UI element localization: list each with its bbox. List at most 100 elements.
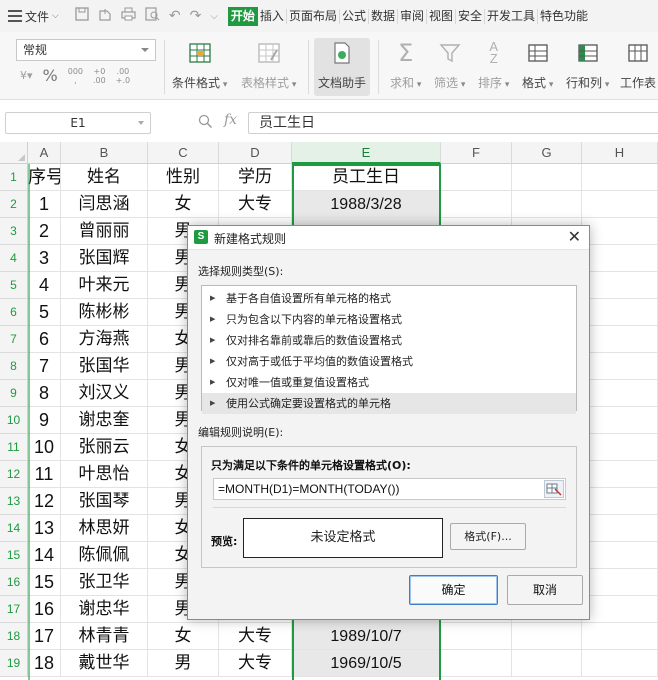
column-header-g[interactable]: G: [512, 142, 582, 164]
tab-data[interactable]: 数据: [369, 8, 398, 24]
cell-b6[interactable]: 陈彬彬: [61, 299, 148, 326]
rows-cols-button[interactable]: 行和列: [566, 38, 609, 96]
zoom-search-icon[interactable]: [198, 114, 213, 133]
column-header-c[interactable]: C: [148, 142, 219, 164]
column-header-f[interactable]: F: [441, 142, 512, 164]
cell-d19[interactable]: 大专: [219, 650, 292, 677]
print-icon[interactable]: [121, 7, 136, 25]
cell-b4[interactable]: 张国辉: [61, 245, 148, 272]
formula-input[interactable]: 员工生日: [248, 112, 658, 134]
cell-a15[interactable]: 14: [28, 542, 61, 569]
filter-button[interactable]: 筛选: [434, 38, 465, 96]
cell-b14[interactable]: 林思妍: [61, 515, 148, 542]
cell-h18[interactable]: [582, 623, 658, 650]
thousands-separator-icon[interactable]: 000,: [68, 67, 83, 85]
cell-b18[interactable]: 林青青: [61, 623, 148, 650]
row-header[interactable]: 16: [0, 569, 28, 596]
cell-g19[interactable]: [512, 650, 582, 677]
column-header-d[interactable]: D: [219, 142, 292, 164]
tab-home[interactable]: 开始: [227, 6, 258, 26]
cell-h16[interactable]: [582, 569, 658, 596]
cell-a19[interactable]: 18: [28, 650, 61, 677]
cell-c19[interactable]: 男: [148, 650, 219, 677]
rule-type-item[interactable]: 仅对排名靠前或靠后的数值设置格式: [202, 330, 576, 351]
row-header[interactable]: 2: [0, 191, 28, 218]
row-header[interactable]: 14: [0, 515, 28, 542]
rule-type-item-selected[interactable]: 使用公式确定要设置格式的单元格: [202, 393, 576, 414]
redo-icon[interactable]: ↷: [190, 8, 202, 24]
cell-a9[interactable]: 8: [28, 380, 61, 407]
undo-icon[interactable]: ↶: [169, 8, 181, 24]
file-menu[interactable]: 文件 ⌵: [0, 8, 65, 25]
ok-button[interactable]: 确定: [409, 575, 498, 605]
column-header-a[interactable]: A: [28, 142, 61, 164]
cell-c2[interactable]: 女: [148, 191, 219, 218]
cell-f1[interactable]: [441, 164, 512, 191]
tab-review[interactable]: 审阅: [398, 8, 427, 24]
cell-e2[interactable]: 1988/3/28: [292, 191, 441, 218]
cell-e18[interactable]: 1989/10/7: [292, 623, 441, 650]
cell-b13[interactable]: 张国琴: [61, 488, 148, 515]
worksheet-button[interactable]: 工作表: [620, 38, 656, 96]
tab-insert[interactable]: 插入: [258, 8, 287, 24]
cell-a14[interactable]: 13: [28, 515, 61, 542]
cell-b16[interactable]: 张卫华: [61, 569, 148, 596]
row-header[interactable]: 6: [0, 299, 28, 326]
fx-icon[interactable]: fx: [224, 112, 237, 128]
cell-a1[interactable]: 序号: [28, 164, 61, 191]
format-settings-button[interactable]: 格式(F)...: [450, 523, 526, 550]
cell-b12[interactable]: 叶思怡: [61, 461, 148, 488]
increase-decimal-icon[interactable]: +0.00: [93, 67, 106, 85]
number-format-select[interactable]: 常规: [16, 39, 156, 61]
cell-a4[interactable]: 3: [28, 245, 61, 272]
cell-b19[interactable]: 戴世华: [61, 650, 148, 677]
cell-a11[interactable]: 10: [28, 434, 61, 461]
row-header[interactable]: 17: [0, 596, 28, 623]
name-box[interactable]: E1: [5, 112, 151, 134]
row-header[interactable]: 12: [0, 461, 28, 488]
cell-f19[interactable]: [441, 650, 512, 677]
cell-e19[interactable]: 1969/10/5: [292, 650, 441, 677]
select-all-corner[interactable]: [0, 142, 28, 164]
table-style-button[interactable]: 表格样式: [241, 38, 296, 96]
row-header[interactable]: 7: [0, 326, 28, 353]
column-header-e[interactable]: E: [292, 142, 441, 164]
sort-button[interactable]: AZ 排序: [478, 38, 509, 96]
cell-a3[interactable]: 2: [28, 218, 61, 245]
cancel-button[interactable]: 取消: [507, 575, 583, 605]
tab-security[interactable]: 安全: [456, 8, 486, 24]
currency-icon[interactable]: ¥▾: [20, 69, 33, 82]
cell-h7[interactable]: [582, 326, 658, 353]
cell-b5[interactable]: 叶来元: [61, 272, 148, 299]
row-header[interactable]: 3: [0, 218, 28, 245]
cell-h11[interactable]: [582, 434, 658, 461]
cell-a13[interactable]: 12: [28, 488, 61, 515]
tab-view[interactable]: 视图: [427, 8, 457, 24]
row-header[interactable]: 18: [0, 623, 28, 650]
cell-a10[interactable]: 9: [28, 407, 61, 434]
cell-f2[interactable]: [441, 191, 512, 218]
cell-b3[interactable]: 曾丽丽: [61, 218, 148, 245]
cell-d2[interactable]: 大专: [219, 191, 292, 218]
column-header-h[interactable]: H: [582, 142, 658, 164]
cell-f18[interactable]: [441, 623, 512, 650]
cell-b8[interactable]: 张国华: [61, 353, 148, 380]
cell-h2[interactable]: [582, 191, 658, 218]
cell-h10[interactable]: [582, 407, 658, 434]
tab-developer[interactable]: 开发工具: [485, 8, 539, 24]
row-header[interactable]: 13: [0, 488, 28, 515]
cell-g1[interactable]: [512, 164, 582, 191]
cell-h13[interactable]: [582, 488, 658, 515]
cell-a8[interactable]: 7: [28, 353, 61, 380]
cell-g18[interactable]: [512, 623, 582, 650]
rule-type-item[interactable]: 仅对高于或低于平均值的数值设置格式: [202, 351, 576, 372]
cell-h3[interactable]: [582, 218, 658, 245]
dialog-titlebar[interactable]: S 新建格式规则 ✕: [188, 226, 589, 250]
decrease-decimal-icon[interactable]: .00 +.0: [116, 67, 130, 85]
export-icon[interactable]: [98, 7, 112, 25]
range-select-icon[interactable]: [544, 480, 564, 498]
rule-type-item[interactable]: 基于各自值设置所有单元格的格式: [202, 288, 576, 309]
cell-a2[interactable]: 1: [28, 191, 61, 218]
cell-h1[interactable]: [582, 164, 658, 191]
sum-button[interactable]: Σ 求和: [390, 38, 421, 96]
